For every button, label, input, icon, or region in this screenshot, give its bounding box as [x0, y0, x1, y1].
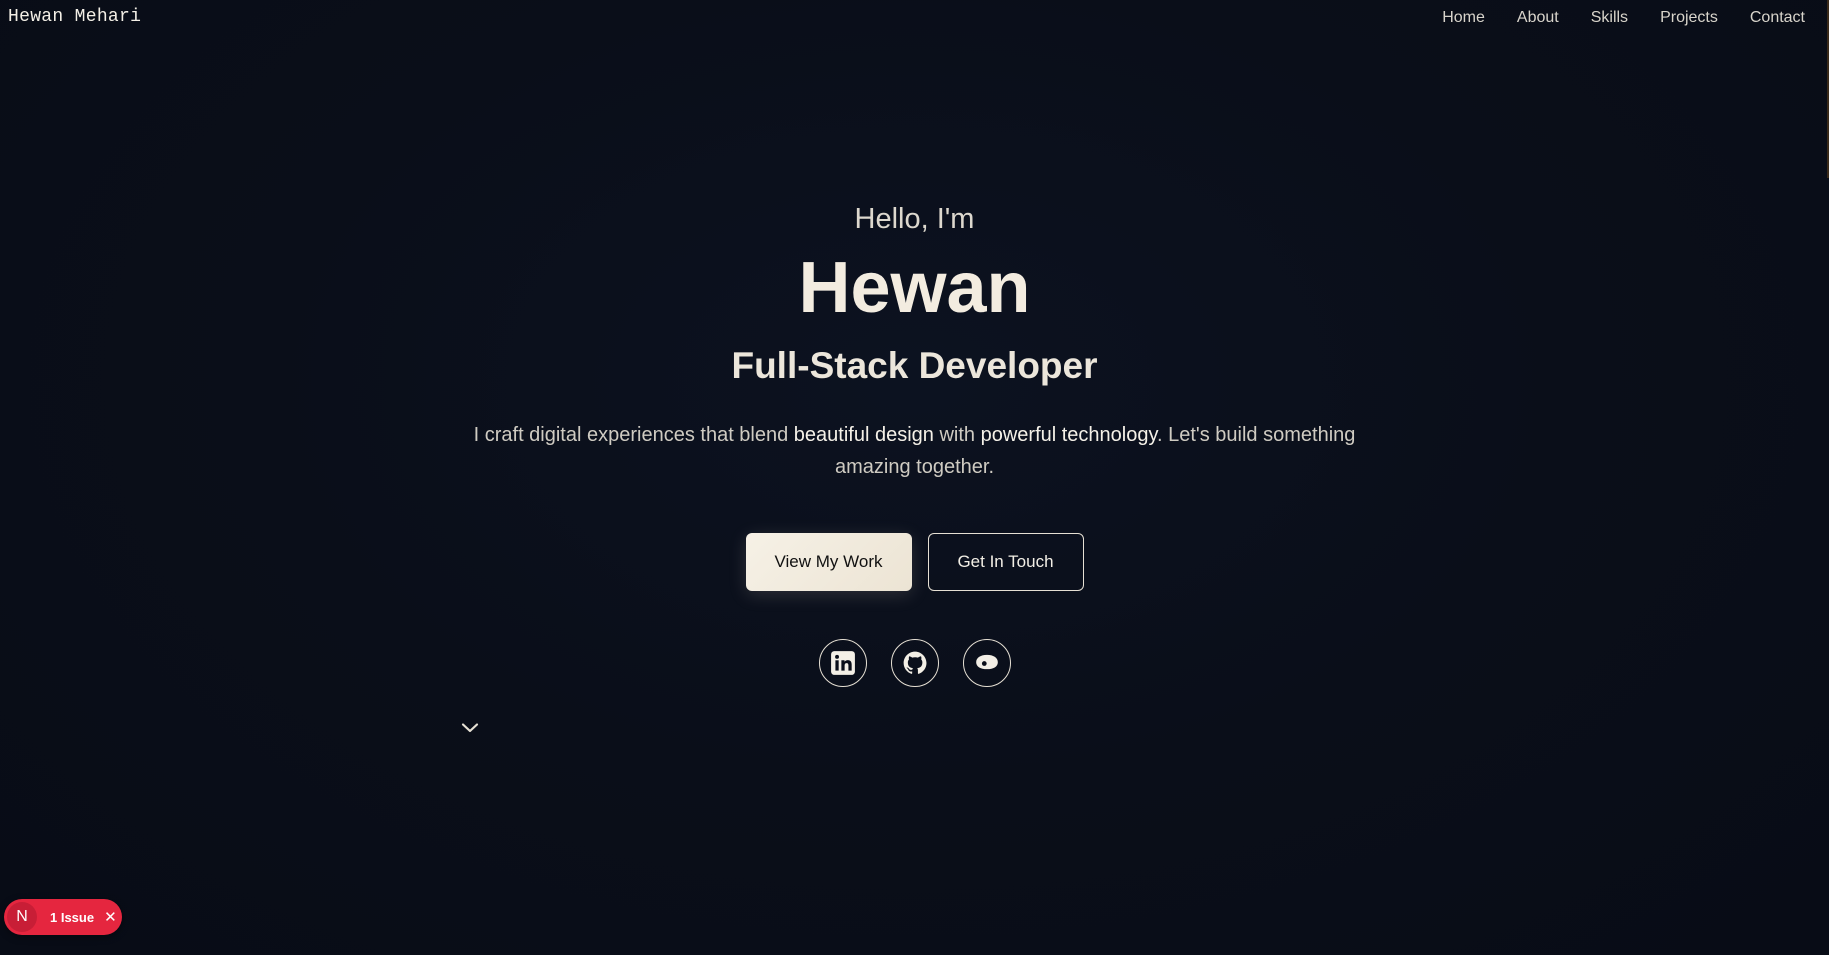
hero-role: Full-Stack Developer — [731, 345, 1098, 386]
main-nav: Home About Skills Projects Contact — [1442, 9, 1805, 27]
view-my-work-button[interactable]: View My Work — [745, 533, 912, 591]
dev-issues-badge[interactable]: N 1 Issue ✕ — [4, 899, 122, 935]
nav-projects[interactable]: Projects — [1660, 9, 1718, 27]
close-icon[interactable]: ✕ — [104, 908, 117, 926]
tagline-part-2: with — [933, 424, 981, 446]
social-links — [0, 639, 1829, 687]
nextjs-logo-icon: N — [7, 902, 37, 932]
cta-buttons: View My Work Get In Touch — [0, 533, 1829, 591]
brand-logo-text[interactable]: Hewan Mehari — [8, 7, 141, 27]
hero-greeting: Hello, I'm — [854, 203, 975, 235]
nav-contact[interactable]: Contact — [1750, 9, 1805, 27]
get-in-touch-button[interactable]: Get In Touch — [927, 533, 1084, 591]
nav-about[interactable]: About — [1517, 9, 1559, 27]
hero-tagline: I craft digital experiences that blend b… — [470, 419, 1360, 483]
github-icon — [903, 651, 926, 674]
github-link[interactable] — [890, 639, 939, 687]
nav-skills[interactable]: Skills — [1591, 9, 1628, 27]
chat-icon — [975, 654, 998, 670]
linkedin-link[interactable] — [818, 639, 867, 687]
scroll-down-chevron-icon[interactable] — [460, 718, 480, 738]
hero-section: Hello, I'm Hewan Full-Stack Developer I … — [0, 195, 1829, 687]
tagline-part-1: I craft digital experiences that blend — [473, 424, 794, 446]
chat-link[interactable] — [962, 639, 1011, 687]
nav-home[interactable]: Home — [1442, 9, 1485, 27]
linkedin-icon — [830, 651, 855, 675]
issue-count-label[interactable]: 1 Issue — [50, 910, 94, 925]
tagline-highlight-design: beautiful design — [793, 424, 934, 446]
tagline-highlight-technology: powerful technology — [980, 424, 1157, 446]
hero-name: Hewan — [798, 248, 1031, 328]
